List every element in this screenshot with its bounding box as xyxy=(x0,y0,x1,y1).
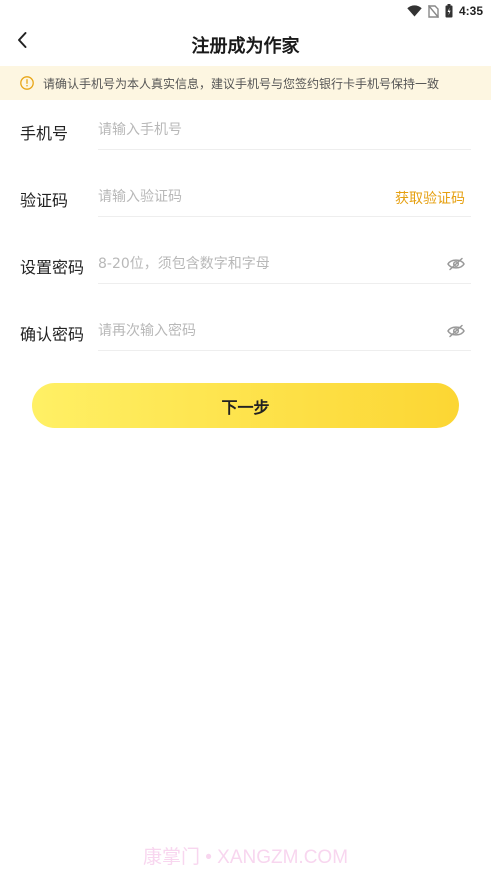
phone-label: 手机号 xyxy=(20,124,69,143)
code-label: 验证码 xyxy=(20,191,69,210)
eye-off-icon xyxy=(447,256,465,275)
toggle-confirm-visibility-button[interactable] xyxy=(447,323,465,342)
status-time: 4:35 xyxy=(458,4,483,18)
battery-icon xyxy=(445,4,453,18)
next-step-button[interactable]: 下一步 xyxy=(32,383,459,428)
phone-field xyxy=(98,110,471,150)
code-input[interactable] xyxy=(98,185,378,209)
no-sim-icon xyxy=(427,4,439,18)
confirm-password-input[interactable] xyxy=(98,319,378,343)
code-row: 验证码 获取验证码 xyxy=(20,177,471,217)
header: 注册成为作家 xyxy=(0,22,491,66)
password-field xyxy=(98,244,471,284)
get-code-button[interactable]: 获取验证码 xyxy=(395,188,465,208)
phone-row: 手机号 xyxy=(20,110,471,150)
page-title: 注册成为作家 xyxy=(191,36,300,57)
password-row: 设置密码 xyxy=(20,244,471,284)
confirm-password-field xyxy=(98,311,471,351)
password-input[interactable] xyxy=(98,252,378,276)
toggle-password-visibility-button[interactable] xyxy=(447,256,465,275)
register-writer-page: 4:35 注册成为作家 请确认手机号为本人真实信息，建议手机号与您签约银行卡手机… xyxy=(0,0,491,874)
info-icon xyxy=(20,76,34,90)
password-label: 设置密码 xyxy=(20,258,85,277)
wifi-icon xyxy=(407,5,422,17)
status-bar: 4:35 xyxy=(0,0,491,22)
notice-text: 请确认手机号为本人真实信息，建议手机号与您签约银行卡手机号保持一致 xyxy=(43,76,440,91)
eye-off-icon xyxy=(447,323,465,342)
code-field: 获取验证码 xyxy=(98,177,471,217)
phone-input[interactable] xyxy=(98,118,378,142)
notice-banner: 请确认手机号为本人真实信息，建议手机号与您签约银行卡手机号保持一致 xyxy=(0,66,491,100)
watermark: 康掌门 • XANGZM.COM xyxy=(142,847,349,868)
confirm-password-row: 确认密码 xyxy=(20,311,471,351)
next-step-label: 下一步 xyxy=(221,399,270,417)
confirm-password-label: 确认密码 xyxy=(20,325,85,344)
